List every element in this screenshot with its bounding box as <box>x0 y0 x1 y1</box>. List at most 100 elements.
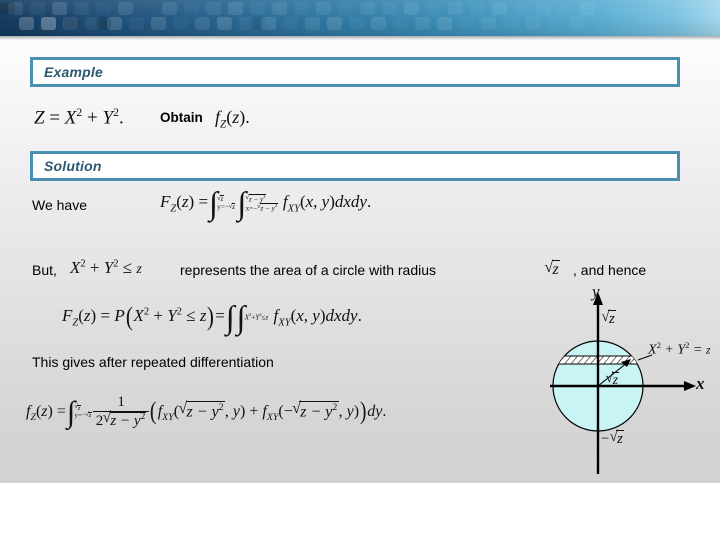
math-big-lparen: ( <box>125 302 133 331</box>
x-axis-arrowhead <box>684 381 696 391</box>
math-comma-2: , <box>303 305 309 325</box>
circle-inequality: X2 + Y2 ≤ z <box>70 258 142 278</box>
and-hence-text: , and hence <box>573 262 647 278</box>
math-sub-XY-3: XY <box>162 412 174 424</box>
math-leq-2: ≤ <box>186 305 196 325</box>
final-limit-lower: z <box>88 412 92 420</box>
circeq-Y: Y <box>677 342 686 358</box>
math-y-2: y <box>312 305 320 325</box>
banner-gloss <box>0 0 720 36</box>
math-exp-2e: 2 <box>143 306 150 318</box>
math-sub-XY-1: XY <box>287 203 300 215</box>
circeq-equals: = <box>693 342 703 358</box>
math-equals-3: = <box>215 305 225 325</box>
math-sub-XY-4: XY <box>266 412 279 424</box>
math-exp-2c: 2 <box>80 258 86 270</box>
this-gives-text: This gives after repeated differentiatio… <box>32 354 274 370</box>
math-Z: Z <box>34 107 45 129</box>
math-rparen-1: ) <box>188 192 195 212</box>
math-y-4: y <box>346 402 354 420</box>
math-plus: + <box>87 107 98 129</box>
math-X-3: X <box>133 305 144 325</box>
math-equals-2: = <box>100 305 111 325</box>
cdf-double-integral-equation: FZ(z) =∫zy=−z∫z − y2x=−z − y2 fXY(x, y)d… <box>160 187 372 219</box>
math-sub-XY-2: XY <box>278 317 291 329</box>
math-exp-2f: 2 <box>176 306 182 318</box>
math-period-5: . <box>382 402 387 420</box>
math-Y-3: Y <box>167 305 177 325</box>
fraction-numerator: 1 <box>92 394 150 412</box>
limit-lower-2: z − y <box>260 204 275 213</box>
math-comma-1: , <box>313 192 318 212</box>
final-limit-var: y= <box>74 412 82 420</box>
circle-diagram-svg <box>550 292 696 474</box>
integral-sign-3: ∫ <box>225 298 235 335</box>
math-exp-2: 2 <box>76 106 83 119</box>
solution-heading-box: Solution <box>30 151 680 181</box>
math-y-3: y <box>232 402 240 420</box>
math-equals-1: = <box>198 192 209 212</box>
integral-limits-1: zy=−z <box>217 195 236 212</box>
limit-upper-2-exp: 2 <box>263 193 266 199</box>
math-P: P <box>114 305 125 325</box>
represents-text: represents the area of a circle with rad… <box>180 262 437 278</box>
math-plus-3: + <box>153 305 163 325</box>
math-rparen-3: ) <box>90 305 97 325</box>
radius-length-label: z <box>605 371 620 389</box>
term1-radicand: z − y <box>186 402 219 420</box>
math-period2: . <box>245 107 250 127</box>
math-rparen-6: ) <box>240 402 246 420</box>
math-rparen-5: ) <box>47 402 53 420</box>
math-z-5: z <box>199 305 207 325</box>
math-X-2: X <box>70 258 81 277</box>
math-z-1: z <box>181 192 189 212</box>
final-limit-upper: z <box>77 404 81 412</box>
math-period-3: . <box>366 192 372 212</box>
circeq-X-exp: 2 <box>656 340 661 350</box>
limit-lower-2-exp: 2 <box>274 203 278 209</box>
circeq-z: z <box>705 342 711 357</box>
y-axis-label: y <box>592 282 600 301</box>
integral-limits-3: zy=−z <box>74 404 92 420</box>
region-z: z <box>265 313 269 322</box>
limit-lower-var-1: y= <box>217 203 225 212</box>
problem-target-pdf: fZ(z). <box>215 107 250 131</box>
math-z-3: z <box>551 260 561 278</box>
math-z-2: z <box>136 262 142 277</box>
math-F-1: F <box>160 192 171 212</box>
cdf-probability-equation: FZ(z) = P(X2 + Y2 ≤ z)=∫∫ X2+Y2≤z fXY(x, … <box>62 298 362 335</box>
circeq-X: X <box>648 342 657 358</box>
circeq-Y-exp: 2 <box>685 340 690 350</box>
integral-region-label: X2+Y2≤z <box>245 312 269 322</box>
math-plus-4: + <box>249 402 259 420</box>
limit-upper-1: z <box>220 195 224 204</box>
y-axis-top-tick-label: z <box>601 309 617 328</box>
y-axis-bottom-tick-label: −z <box>600 429 625 448</box>
math-big-rparen: ) <box>207 302 215 331</box>
slide-footer <box>0 483 720 540</box>
bottom-tick-radicand: z <box>616 430 625 447</box>
x-axis-label: x <box>696 374 705 393</box>
math-comma-3: , <box>224 402 229 420</box>
math-Y-2: Y <box>103 258 114 277</box>
limit-lower-1: z <box>231 203 236 212</box>
integral-limits-2: z − y2x=−z − y2 <box>245 193 278 213</box>
math-exp-2d: 2 <box>113 258 119 270</box>
math-X: X <box>64 107 77 129</box>
problem-equation: Z = X2 + Y2. <box>34 106 124 129</box>
final-big-rparen: ) <box>359 398 367 426</box>
math-plus-2: + <box>89 258 100 277</box>
radius-sqrt-z: z <box>544 259 561 279</box>
math-comma-4: , <box>338 402 343 420</box>
math-equals-4: = <box>56 402 66 420</box>
header-banner <box>0 0 720 36</box>
math-equals: = <box>49 107 61 129</box>
example-heading-box: Example <box>30 57 680 87</box>
fraction-one-over-two-root: 12z − y2 <box>92 394 150 430</box>
integral-sign-4: ∫ <box>236 298 246 335</box>
math-rparen-7: ) <box>353 402 360 420</box>
math-z-4: z <box>83 305 91 325</box>
circle-diagram: y x z −z z X2 + Y2 = z <box>548 282 720 478</box>
fraction-denominator-radicand: z − y <box>110 412 141 429</box>
math-leq-1: ≤ <box>122 258 133 277</box>
